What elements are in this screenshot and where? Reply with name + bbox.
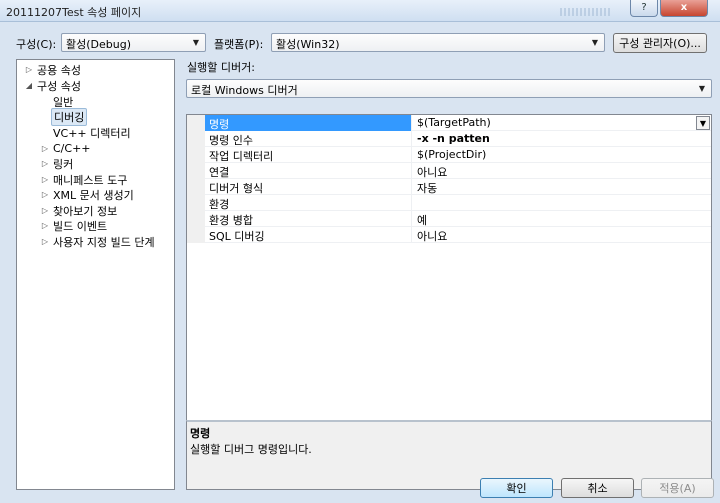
tree-item-manifest-tool[interactable]: ▷ 매니페스트 도구 bbox=[39, 172, 129, 187]
collapse-arrow-icon[interactable]: ◢ bbox=[23, 81, 35, 90]
property-value[interactable]: 예 bbox=[414, 211, 694, 227]
apply-button[interactable]: 적용(A) bbox=[641, 478, 714, 498]
title-bar-decoration bbox=[560, 8, 610, 16]
property-pages-window: 20111207Test 속성 페이지 ? x 구성(C): 활성(Debug)… bbox=[0, 0, 720, 503]
expand-arrow-icon[interactable]: ▷ bbox=[39, 190, 51, 199]
property-value[interactable]: 자동 bbox=[414, 179, 694, 195]
property-dropdown-button[interactable]: ▼ bbox=[696, 116, 710, 130]
row-gutter bbox=[187, 179, 205, 195]
platform-value: 활성(Win32) bbox=[276, 38, 340, 51]
property-row-working-directory[interactable]: 작업 디렉터리 $(ProjectDir) bbox=[187, 147, 711, 163]
help-button[interactable]: ? bbox=[630, 0, 658, 17]
expand-arrow-icon[interactable]: ▷ bbox=[39, 237, 51, 246]
tree-item-debugging[interactable]: 디버깅 bbox=[39, 107, 88, 126]
window-title: 20111207Test 속성 페이지 bbox=[6, 6, 142, 19]
tree-item-browse-information[interactable]: ▷ 찾아보기 정보 bbox=[39, 203, 119, 218]
property-grid[interactable]: 명령 $(TargetPath) ▼ 명령 인수 -x -n patten 작업… bbox=[186, 114, 712, 442]
tree-item-build-events[interactable]: ▷ 빌드 이벤트 bbox=[39, 218, 109, 233]
tree-item-label: 링커 bbox=[53, 157, 74, 171]
property-row-sql-debugging[interactable]: SQL 디버깅 아니요 bbox=[187, 227, 711, 243]
expand-arrow-icon[interactable]: ▷ bbox=[23, 65, 35, 74]
help-icon: ? bbox=[641, 2, 647, 13]
tree-item-label: C/C++ bbox=[53, 142, 91, 155]
property-value[interactable]: $(ProjectDir) bbox=[414, 147, 694, 163]
debugger-to-launch-label: 실행할 디버거: bbox=[187, 61, 255, 74]
row-gutter bbox=[187, 195, 205, 211]
property-tree[interactable]: ▷ 공용 속성 ◢ 구성 속성 일반 디버깅 VC++ 디렉터리 ▷ C/C++… bbox=[16, 59, 175, 490]
platform-label: 플랫폼(P): bbox=[214, 38, 264, 51]
expand-arrow-icon[interactable]: ▷ bbox=[39, 221, 51, 230]
tree-item-label: 찾아보기 정보 bbox=[53, 204, 118, 218]
tree-item-label: 빌드 이벤트 bbox=[53, 219, 108, 233]
debugger-value: 로컬 Windows 디버거 bbox=[191, 84, 298, 97]
tree-item-vc-directories[interactable]: VC++ 디렉터리 bbox=[39, 125, 133, 140]
tree-item-c-cpp[interactable]: ▷ C/C++ bbox=[39, 141, 93, 156]
property-row-command-arguments[interactable]: 명령 인수 -x -n patten bbox=[187, 131, 711, 147]
configuration-value: 활성(Debug) bbox=[66, 38, 131, 51]
tree-item-general[interactable]: 일반 bbox=[39, 94, 75, 109]
expand-arrow-icon[interactable]: ▷ bbox=[39, 175, 51, 184]
property-name[interactable]: 명령 bbox=[205, 115, 412, 131]
row-gutter bbox=[187, 131, 205, 147]
tree-item-label: VC++ 디렉터리 bbox=[53, 126, 131, 140]
property-row-attach[interactable]: 연결 아니요 bbox=[187, 163, 711, 179]
tree-item-label: 구성 속성 bbox=[37, 79, 81, 93]
property-row-command[interactable]: 명령 $(TargetPath) ▼ bbox=[187, 115, 711, 131]
expand-arrow-icon[interactable]: ▷ bbox=[39, 159, 51, 168]
dialog-client-area: 구성(C): 활성(Debug) ▼ 플랫폼(P): 활성(Win32) ▼ 구… bbox=[0, 22, 720, 503]
description-text: 실행할 디버그 명령입니다. bbox=[190, 443, 312, 456]
expand-arrow-icon[interactable]: ▷ bbox=[39, 206, 51, 215]
property-row-debugger-type[interactable]: 디버거 형식 자동 bbox=[187, 179, 711, 195]
expand-arrow-icon[interactable]: ▷ bbox=[39, 144, 51, 153]
row-gutter bbox=[187, 147, 205, 163]
tree-item-configuration-properties[interactable]: ◢ 구성 속성 bbox=[23, 78, 83, 93]
platform-select[interactable]: 활성(Win32) ▼ bbox=[271, 33, 605, 52]
property-value[interactable]: 아니요 bbox=[414, 227, 694, 243]
row-gutter bbox=[187, 163, 205, 179]
property-value[interactable]: 아니요 bbox=[414, 163, 694, 179]
row-gutter bbox=[187, 227, 205, 243]
chevron-down-icon: ▼ bbox=[192, 38, 200, 47]
tree-item-label: 매니페스트 도구 bbox=[53, 173, 128, 187]
tree-item-label: 공용 속성 bbox=[37, 63, 81, 77]
close-icon: x bbox=[680, 2, 688, 13]
tree-item-label: 사용자 지정 빌드 단계 bbox=[53, 235, 155, 249]
tree-item-common-properties[interactable]: ▷ 공용 속성 bbox=[23, 62, 83, 77]
ok-button[interactable]: 확인 bbox=[480, 478, 553, 498]
property-name[interactable]: 작업 디렉터리 bbox=[205, 147, 412, 163]
property-value[interactable] bbox=[414, 195, 694, 211]
tree-item-label: XML 문서 생성기 bbox=[53, 188, 134, 202]
cancel-button[interactable]: 취소 bbox=[561, 478, 634, 498]
tree-item-label: 디버깅 bbox=[51, 107, 88, 126]
property-name[interactable]: 디버거 형식 bbox=[205, 179, 412, 195]
configuration-select[interactable]: 활성(Debug) ▼ bbox=[61, 33, 206, 52]
tree-item-linker[interactable]: ▷ 링커 bbox=[39, 156, 75, 171]
property-value[interactable]: -x -n patten bbox=[414, 131, 694, 147]
property-name[interactable]: SQL 디버깅 bbox=[205, 227, 412, 243]
property-row-merge-environment[interactable]: 환경 병합 예 bbox=[187, 211, 711, 227]
row-gutter bbox=[187, 115, 205, 131]
property-row-environment[interactable]: 환경 bbox=[187, 195, 711, 211]
property-name[interactable]: 환경 bbox=[205, 195, 412, 211]
row-gutter bbox=[187, 211, 205, 227]
configuration-label: 구성(C): bbox=[16, 38, 57, 51]
property-name[interactable]: 연결 bbox=[205, 163, 412, 179]
debugger-select[interactable]: 로컬 Windows 디버거 ▼ bbox=[186, 79, 712, 98]
tree-item-xml-document-generator[interactable]: ▷ XML 문서 생성기 bbox=[39, 187, 136, 202]
chevron-down-icon: ▼ bbox=[699, 118, 707, 128]
description-title: 명령 bbox=[190, 427, 211, 440]
configuration-manager-button[interactable]: 구성 관리자(O)... bbox=[613, 33, 707, 53]
property-name[interactable]: 명령 인수 bbox=[205, 131, 412, 147]
close-button[interactable]: x bbox=[660, 0, 708, 17]
chevron-down-icon: ▼ bbox=[591, 38, 599, 47]
title-bar[interactable]: 20111207Test 속성 페이지 ? x bbox=[0, 0, 720, 22]
property-name[interactable]: 환경 병합 bbox=[205, 211, 412, 227]
chevron-down-icon: ▼ bbox=[698, 84, 706, 93]
property-value[interactable]: $(TargetPath) bbox=[414, 115, 694, 131]
tree-item-custom-build-step[interactable]: ▷ 사용자 지정 빌드 단계 bbox=[39, 234, 157, 249]
